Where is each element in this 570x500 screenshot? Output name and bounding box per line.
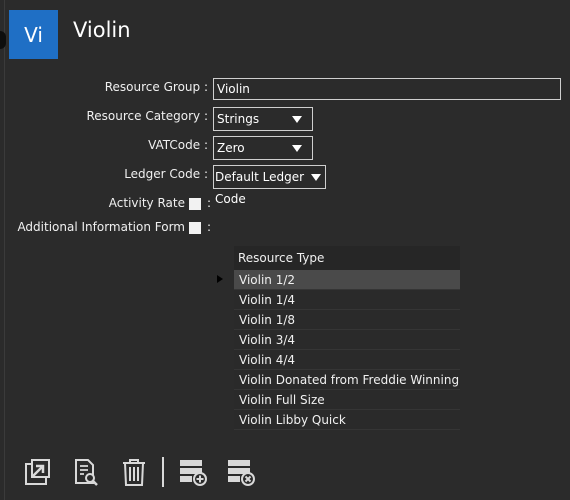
resource-group-input[interactable]: Violin: [213, 78, 561, 100]
activity-rate-colon: :: [207, 196, 212, 210]
grid-row[interactable]: Violin 1/8: [234, 310, 460, 330]
page-title: Violin: [73, 18, 131, 42]
chevron-down-icon[interactable]: [311, 174, 321, 181]
add-record-icon[interactable]: [179, 458, 207, 486]
window-edge-handle: [0, 31, 6, 49]
ledger-code-select[interactable]: Default Ledger Code: [213, 165, 326, 206]
resource-category-value: Strings: [217, 112, 260, 126]
ledger-code-label: Ledger Code :: [124, 167, 208, 181]
grid-row[interactable]: Violin Donated from Freddie Winning: [234, 370, 460, 390]
activity-rate-label: Activity Rate: [108, 196, 185, 210]
additional-info-form-colon: :: [207, 220, 212, 234]
grid-row[interactable]: Violin 1/2: [234, 270, 460, 290]
vat-code-label: VATCode :: [148, 138, 208, 152]
additional-info-form-label: Additional Information Form: [17, 220, 185, 234]
grid-row[interactable]: Violin 3/4: [234, 330, 460, 350]
grid-row[interactable]: Violin 4/4: [234, 350, 460, 370]
search-document-icon[interactable]: [72, 458, 100, 486]
resource-type-grid: Resource Type Violin 1/2 Violin 1/4 Viol…: [215, 246, 460, 431]
chevron-down-icon[interactable]: [292, 145, 302, 152]
resource-avatar: Vi: [9, 10, 58, 59]
delete-trash-icon[interactable]: [120, 458, 148, 486]
additional-info-form-checkbox[interactable]: [189, 222, 201, 234]
resource-group-label: Resource Group :: [104, 80, 208, 94]
grid-row[interactable]: Violin Full Size: [234, 390, 460, 410]
resource-category-label: Resource Category :: [86, 109, 208, 123]
open-external-icon[interactable]: [23, 458, 51, 486]
remove-record-icon[interactable]: [227, 458, 255, 486]
ledger-code-value: Default Ledger Code: [215, 170, 305, 206]
row-pointer-icon: [217, 275, 223, 283]
grid-row[interactable]: Violin Libby Quick: [234, 410, 460, 430]
resource-category-select[interactable]: Strings: [213, 107, 313, 131]
vat-code-select[interactable]: Zero: [213, 136, 313, 160]
avatar-initials: Vi: [24, 22, 43, 47]
activity-rate-checkbox[interactable]: [189, 198, 201, 210]
left-border: [4, 0, 5, 500]
toolbar-separator: [162, 457, 164, 487]
vat-code-value: Zero: [217, 141, 245, 155]
grid-row[interactable]: Violin 1/4: [234, 290, 460, 310]
grid-column-header[interactable]: Resource Type: [234, 246, 460, 270]
chevron-down-icon[interactable]: [292, 116, 302, 123]
